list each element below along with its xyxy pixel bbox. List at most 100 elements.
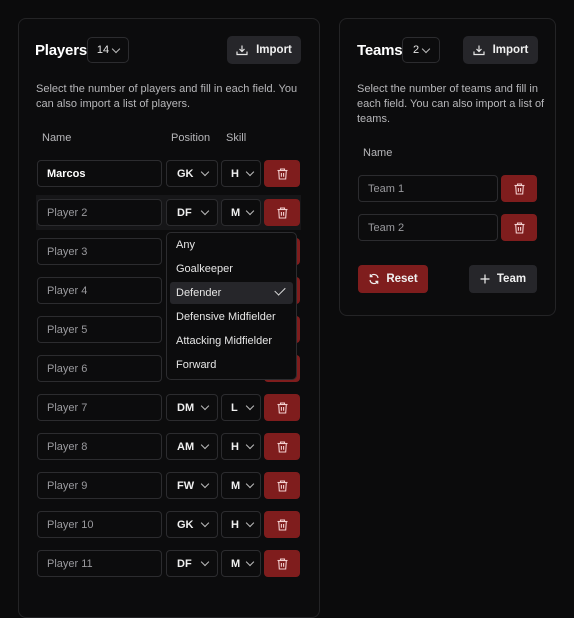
position-option-label: Attacking Midfielder xyxy=(176,335,272,347)
player-name-input[interactable]: Player 11 xyxy=(37,550,162,577)
teams-count-value: 2 xyxy=(412,44,420,56)
chevron-down-icon xyxy=(200,206,210,216)
skill-value: H xyxy=(231,440,239,453)
player-name-input[interactable]: Player 6 xyxy=(37,355,162,382)
position-dropdown-menu: Any Goalkeeper Defender Defensive Midfielde… xyxy=(166,232,297,380)
chevron-down-icon xyxy=(421,44,431,53)
refresh-icon xyxy=(369,273,379,285)
delete-team-button[interactable] xyxy=(501,175,537,202)
player-name-input[interactable]: Player 9 xyxy=(37,472,162,499)
player-name-input[interactable]: Player 5 xyxy=(37,316,162,343)
players-count-select[interactable]: 14 xyxy=(87,37,129,63)
chevron-down-icon xyxy=(200,557,210,567)
delete-player-button[interactable] xyxy=(264,511,300,538)
position-option[interactable]: Attacking Midfielder xyxy=(170,330,293,352)
plus-icon xyxy=(480,274,490,284)
player-name-input[interactable]: Player 10 xyxy=(37,511,162,538)
add-team-button[interactable]: Team xyxy=(469,265,537,293)
players-description: Select the number of players and fill in… xyxy=(36,82,306,112)
delete-player-button[interactable] xyxy=(264,160,300,187)
skill-value: L xyxy=(231,401,238,414)
player-name-input[interactable]: Player 3 xyxy=(37,238,162,265)
player-name-input[interactable]: Player 8 xyxy=(37,433,162,460)
position-value: DM xyxy=(177,401,195,414)
teams-description: Select the number of teams and fill in e… xyxy=(357,82,547,127)
skill-select[interactable]: H xyxy=(221,433,261,460)
position-select[interactable]: AM xyxy=(166,433,218,460)
teams-column-header-name: Name xyxy=(363,147,393,159)
position-option[interactable]: Defensive Midfielder xyxy=(170,306,293,328)
column-header-name: Name xyxy=(42,132,72,144)
trash-icon xyxy=(277,167,287,180)
position-select[interactable]: GK xyxy=(166,160,218,187)
teams-count-select[interactable]: 2 xyxy=(402,37,440,63)
trash-icon xyxy=(514,221,524,234)
delete-player-button[interactable] xyxy=(264,394,300,421)
position-value: DF xyxy=(177,206,192,219)
add-team-label: Team xyxy=(496,273,527,285)
skill-value: M xyxy=(231,206,241,219)
players-import-button[interactable]: Import xyxy=(227,36,301,64)
chevron-down-icon xyxy=(245,518,255,528)
skill-select[interactable]: M xyxy=(221,550,261,577)
position-select[interactable]: DF xyxy=(166,550,218,577)
trash-icon xyxy=(514,182,524,195)
teams-description-line: Select the number of teams and fill in xyxy=(357,83,538,95)
trash-icon xyxy=(277,518,287,531)
players-import-label: Import xyxy=(256,44,292,56)
delete-player-button[interactable] xyxy=(264,433,300,460)
delete-player-button[interactable] xyxy=(264,199,300,226)
chevron-down-icon xyxy=(200,518,210,528)
position-option[interactable]: Goalkeeper xyxy=(170,258,293,280)
skill-value: H xyxy=(231,518,239,531)
position-select[interactable]: FW xyxy=(166,472,218,499)
position-select[interactable]: GK xyxy=(166,511,218,538)
check-icon xyxy=(274,284,286,296)
delete-player-button[interactable] xyxy=(264,550,300,577)
player-name-input[interactable]: Player 2 xyxy=(37,199,162,226)
trash-icon xyxy=(277,479,287,492)
chevron-down-icon xyxy=(245,167,255,177)
chevron-down-icon xyxy=(200,167,210,177)
position-option-label: Forward xyxy=(176,359,217,371)
chevron-down-icon xyxy=(245,479,255,489)
position-select[interactable]: DF xyxy=(166,199,218,226)
teams-description-line: teams. xyxy=(357,113,391,125)
skill-value: H xyxy=(231,167,239,180)
position-option[interactable]: Defender xyxy=(170,282,293,304)
import-icon xyxy=(473,45,485,56)
skill-select[interactable]: L xyxy=(221,394,261,421)
reset-button[interactable]: Reset xyxy=(358,265,428,293)
chevron-down-icon xyxy=(111,44,121,53)
trash-icon xyxy=(277,401,287,414)
teams-import-label: Import xyxy=(492,44,529,56)
column-header-skill: Skill xyxy=(226,132,247,144)
import-icon xyxy=(236,45,248,56)
chevron-down-icon xyxy=(245,206,255,216)
skill-select[interactable]: M xyxy=(221,472,261,499)
player-name-input[interactable]: Player 4 xyxy=(37,277,162,304)
position-select[interactable]: DM xyxy=(166,394,218,421)
position-value: GK xyxy=(177,167,194,180)
player-name-input[interactable]: Marcos xyxy=(37,160,162,187)
players-count-value: 14 xyxy=(96,44,110,56)
chevron-down-icon xyxy=(245,440,255,450)
position-value: DF xyxy=(177,557,192,570)
delete-team-button[interactable] xyxy=(501,214,537,241)
skill-select[interactable]: H xyxy=(221,511,261,538)
player-name-input[interactable]: Player 7 xyxy=(37,394,162,421)
delete-player-button[interactable] xyxy=(264,472,300,499)
skill-select[interactable]: M xyxy=(221,199,261,226)
position-option[interactable]: Any xyxy=(170,234,293,256)
team-name-input[interactable]: Team 1 xyxy=(358,175,498,202)
position-option[interactable]: Forward xyxy=(170,354,293,376)
teams-import-button[interactable]: Import xyxy=(463,36,538,64)
players-title: Players xyxy=(35,42,87,59)
skill-select[interactable]: H xyxy=(221,160,261,187)
players-description-line: can also import a list of players. xyxy=(36,98,191,110)
teams-description-line: each field. You can also import a list o… xyxy=(357,98,545,110)
position-option-label: Defensive Midfielder xyxy=(176,311,276,323)
trash-icon xyxy=(277,557,287,570)
trash-icon xyxy=(277,206,287,219)
team-name-input[interactable]: Team 2 xyxy=(358,214,498,241)
